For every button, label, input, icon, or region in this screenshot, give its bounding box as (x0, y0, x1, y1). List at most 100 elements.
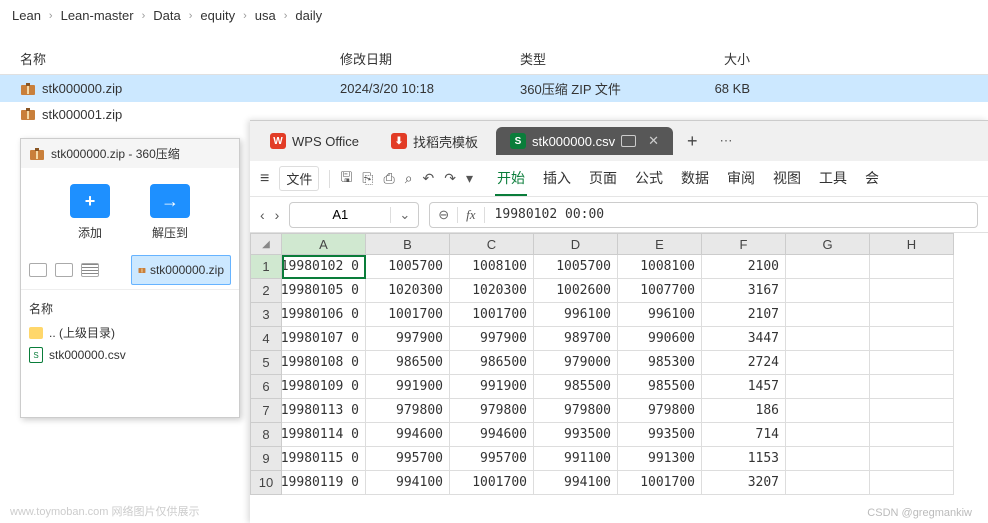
select-all-corner[interactable]: ◢ (250, 233, 282, 255)
cell[interactable]: 993500 (618, 423, 702, 447)
row-header[interactable]: 10 (250, 471, 282, 495)
row-header[interactable]: 1 (250, 255, 282, 279)
cell[interactable]: 996100 (618, 303, 702, 327)
cell[interactable]: 2107 (702, 303, 786, 327)
cell[interactable]: 979800 (618, 399, 702, 423)
cell[interactable] (786, 423, 870, 447)
chevron-down-icon[interactable]: ⌄ (390, 207, 418, 223)
wps-tab[interactable]: ⬇找稻壳模板 (377, 126, 492, 157)
nav-fwd-icon[interactable]: › (275, 207, 280, 223)
new-tab-button[interactable]: + (677, 131, 708, 152)
cell[interactable] (786, 255, 870, 279)
redo-icon[interactable]: ↷ (444, 170, 456, 187)
cell[interactable]: 979800 (450, 399, 534, 423)
cell[interactable]: 991900 (450, 375, 534, 399)
cell[interactable] (786, 303, 870, 327)
column-header[interactable]: F (702, 233, 786, 255)
cell[interactable] (786, 351, 870, 375)
cell[interactable]: 19980106 0 (282, 303, 366, 327)
col-modified[interactable]: 修改日期 (340, 49, 520, 68)
row-header[interactable]: 9 (250, 447, 282, 471)
cell[interactable]: 993500 (534, 423, 618, 447)
cell[interactable]: 979800 (366, 399, 450, 423)
cell[interactable] (870, 255, 954, 279)
cell[interactable]: 1001700 (450, 471, 534, 495)
cell[interactable]: 996100 (534, 303, 618, 327)
menu-item[interactable]: 工具 (817, 162, 849, 196)
archive-list-item[interactable]: Sstk000000.csv (29, 344, 231, 366)
cell[interactable]: 997900 (366, 327, 450, 351)
cell[interactable] (870, 471, 954, 495)
hamburger-icon[interactable]: ≡ (260, 170, 269, 188)
cell[interactable]: 19980102 0 (282, 255, 366, 279)
column-header[interactable]: B (366, 233, 450, 255)
breadcrumb-item[interactable]: Lean-master (61, 8, 134, 23)
archive-selected-file[interactable]: stk000000.zip (131, 255, 231, 285)
save-icon[interactable]: 🖫 (340, 167, 352, 191)
save-as-icon[interactable]: ⎘ (362, 170, 373, 187)
cell[interactable]: 1153 (702, 447, 786, 471)
column-header[interactable]: E (618, 233, 702, 255)
print-icon[interactable]: ⎙ (384, 170, 395, 187)
cell[interactable]: 991300 (618, 447, 702, 471)
close-icon[interactable]: ✕ (648, 133, 659, 149)
cell[interactable]: 986500 (366, 351, 450, 375)
column-header[interactable]: A (282, 233, 366, 255)
menu-item[interactable]: 视图 (771, 162, 803, 196)
cell[interactable]: 1001700 (618, 471, 702, 495)
cell[interactable]: 1020300 (366, 279, 450, 303)
menu-item[interactable]: 会 (863, 162, 881, 196)
cell[interactable]: 19980115 0 (282, 447, 366, 471)
wps-tab[interactable]: Sstk000000.csv✕ (496, 127, 673, 155)
column-header[interactable]: D (534, 233, 618, 255)
view-list-icon[interactable] (81, 263, 99, 277)
cell[interactable] (786, 327, 870, 351)
cell[interactable]: 985300 (618, 351, 702, 375)
cell[interactable]: 19980114 0 (282, 423, 366, 447)
cell[interactable]: 1020300 (450, 279, 534, 303)
cell[interactable]: 994600 (450, 423, 534, 447)
row-header[interactable]: 3 (250, 303, 282, 327)
cell[interactable]: 3207 (702, 471, 786, 495)
col-type[interactable]: 类型 (520, 49, 670, 68)
view-grid-icon[interactable] (29, 263, 47, 277)
cell[interactable]: 986500 (450, 351, 534, 375)
cell[interactable]: 994600 (366, 423, 450, 447)
cell[interactable]: 3167 (702, 279, 786, 303)
column-header[interactable]: G (786, 233, 870, 255)
formula-input-bar[interactable]: ⊖ fx 19980102 00:00 (429, 202, 978, 228)
cell[interactable]: 989700 (534, 327, 618, 351)
add-button[interactable]: + 添加 (70, 184, 110, 241)
cell[interactable]: 19980113 0 (282, 399, 366, 423)
cell[interactable] (786, 471, 870, 495)
cell[interactable]: 979000 (534, 351, 618, 375)
cell[interactable] (870, 351, 954, 375)
menu-item[interactable]: 公式 (633, 162, 665, 196)
cell-reference-input[interactable] (290, 207, 390, 222)
cell[interactable]: 997900 (450, 327, 534, 351)
cell[interactable]: 19980108 0 (282, 351, 366, 375)
view-thumb-icon[interactable] (55, 263, 73, 277)
cell[interactable]: 186 (702, 399, 786, 423)
col-size[interactable]: 大小 (670, 49, 760, 68)
cell[interactable]: 1008100 (450, 255, 534, 279)
cell[interactable]: 995700 (366, 447, 450, 471)
cell[interactable]: 2100 (702, 255, 786, 279)
cell[interactable]: 1457 (702, 375, 786, 399)
cell[interactable]: 1001700 (450, 303, 534, 327)
breadcrumb-item[interactable]: usa (255, 8, 276, 23)
cell[interactable] (870, 375, 954, 399)
breadcrumb-item[interactable]: Lean (12, 8, 41, 23)
more-icon[interactable]: ⋯ (712, 133, 741, 149)
breadcrumb-item[interactable]: Data (153, 8, 180, 23)
preview-icon[interactable]: ⌕ (405, 170, 413, 187)
cell[interactable]: 1005700 (366, 255, 450, 279)
archive-list-item[interactable]: .. (上级目录) (29, 321, 231, 344)
cell[interactable]: 19980107 0 (282, 327, 366, 351)
cell[interactable] (786, 279, 870, 303)
cell[interactable]: 991100 (534, 447, 618, 471)
cell[interactable]: 19980119 0 (282, 471, 366, 495)
dropdown-icon[interactable]: ▾ (466, 170, 473, 187)
menu-item[interactable]: 插入 (541, 162, 573, 196)
cancel-icon[interactable]: ⊖ (430, 207, 457, 223)
